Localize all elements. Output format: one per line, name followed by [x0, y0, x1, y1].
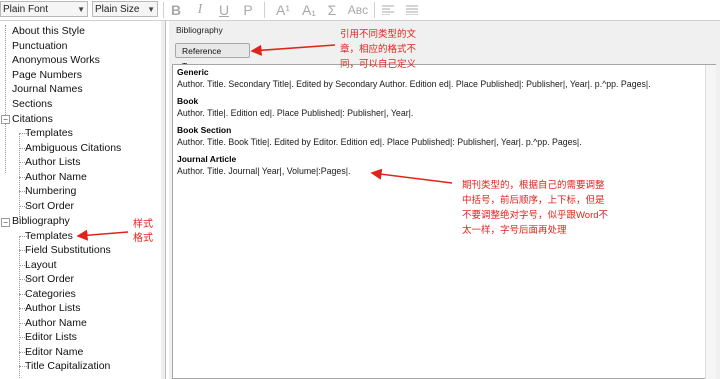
- tree-item-citation-sort-order[interactable]: Sort Order: [25, 199, 74, 213]
- template-line-generic[interactable]: Author. Title. Secondary Title|. Edited …: [177, 79, 651, 89]
- tree-item-ambiguous-citations[interactable]: Ambiguous Citations: [25, 141, 121, 155]
- plain-button[interactable]: P: [240, 0, 256, 20]
- bold-button[interactable]: B: [168, 0, 184, 20]
- tree-item-citation-templates[interactable]: Templates: [25, 126, 73, 140]
- tree-item-about[interactable]: About this Style: [12, 24, 85, 38]
- size-select-value: Plain Size: [95, 4, 140, 15]
- tree-item-anonymous-works[interactable]: Anonymous Works: [12, 53, 100, 67]
- font-select-value: Plain Font: [3, 4, 49, 15]
- editor-scrollbar[interactable]: [705, 65, 716, 379]
- annotation-line: 太一样，字号后面再处理: [462, 225, 567, 236]
- annotation-line: 不要调整绝对字号，似乎跟Word不: [462, 210, 609, 221]
- tree-item-bibliography[interactable]: Bibliography: [12, 214, 70, 228]
- toolbar-divider: [264, 2, 265, 18]
- tree-item-bibliography-author-lists[interactable]: Author Lists: [25, 301, 80, 315]
- annotation-line: 格式: [133, 233, 153, 244]
- tree-item-layout[interactable]: Layout: [25, 258, 57, 272]
- underline-button[interactable]: U: [216, 0, 232, 20]
- annotation-line: 样式: [133, 219, 153, 230]
- tree-item-citation-author-name[interactable]: Author Name: [25, 170, 87, 184]
- tree-item-page-numbers[interactable]: Page Numbers: [12, 68, 82, 82]
- annotation-line: 引用不同类型的文: [340, 29, 417, 40]
- tree-item-citation-author-lists[interactable]: Author Lists: [25, 155, 80, 169]
- collapse-citations-toggle[interactable]: −: [1, 115, 10, 124]
- toolbar-divider: [163, 2, 164, 18]
- template-header-generic: Generic: [177, 67, 209, 77]
- size-select[interactable]: Plain Size ▼: [92, 1, 158, 17]
- reference-types-button[interactable]: Reference Types▸: [175, 43, 250, 71]
- annotation-line: 中括号，前后顺序，上下标，但是: [462, 195, 605, 206]
- template-header-journal-article: Journal Article: [177, 154, 237, 164]
- chevron-down-icon: ▼: [77, 5, 85, 14]
- format-toolbar: Plain Font ▼ Plain Size ▼ B I U P A¹ A₁ …: [0, 0, 720, 21]
- tree-scrollbar[interactable]: [161, 21, 165, 379]
- template-header-book: Book: [177, 96, 199, 106]
- align-left-icon: [382, 5, 394, 16]
- style-tree: About this Style Punctuation Anonymous W…: [0, 21, 166, 379]
- subscript-button[interactable]: A₁: [298, 0, 320, 20]
- panel-title: Bibliography: [176, 25, 223, 35]
- template-line-journal-article[interactable]: Author. Title. Journal| Year|, Volume|:P…: [177, 166, 350, 176]
- font-select[interactable]: Plain Font ▼: [0, 1, 88, 17]
- tree-item-punctuation[interactable]: Punctuation: [12, 39, 67, 53]
- align-justify-button[interactable]: [404, 0, 420, 20]
- italic-button[interactable]: I: [192, 0, 208, 20]
- collapse-bibliography-toggle[interactable]: −: [1, 218, 10, 227]
- tree-item-bibliography-sort-order[interactable]: Sort Order: [25, 272, 74, 286]
- annotation-journal-article: 期刊类型的，根据自己的需要调整 中括号，前后顺序，上下标，但是 不要调整绝对字号…: [462, 178, 608, 238]
- tree-item-categories[interactable]: Categories: [25, 287, 76, 301]
- toolbar-divider: [374, 2, 375, 18]
- tree-guide: [5, 25, 6, 173]
- tree-item-bibliography-templates[interactable]: Templates: [25, 229, 73, 243]
- chevron-down-icon: ▼: [147, 5, 155, 14]
- tree-item-journal-names[interactable]: Journal Names: [12, 82, 83, 96]
- template-header-book-section: Book Section: [177, 125, 232, 135]
- tree-item-editor-name[interactable]: Editor Name: [25, 345, 83, 359]
- tree-guide: [19, 236, 20, 378]
- annotation-reference-types: 引用不同类型的文 章，相应的格式不 同，可以自己定义: [340, 27, 416, 72]
- template-line-book-section[interactable]: Author. Title. Book Title|. Edited by Ed…: [177, 137, 582, 147]
- align-justify-icon: [406, 5, 418, 16]
- tree-item-citations[interactable]: Citations: [12, 112, 53, 126]
- template-line-book[interactable]: Author. Title|. Edition ed|. Place Publi…: [177, 108, 413, 118]
- tree-item-bibliography-author-name[interactable]: Author Name: [25, 316, 87, 330]
- small-caps-button[interactable]: Aʙᴄ: [346, 0, 370, 20]
- tree-item-numbering[interactable]: Numbering: [25, 184, 76, 198]
- annotation-line: 章，相应的格式不: [340, 44, 417, 55]
- superscript-button[interactable]: A¹: [272, 0, 294, 20]
- annotation-line: 同，可以自己定义: [340, 59, 417, 70]
- tree-item-editor-lists[interactable]: Editor Lists: [25, 330, 77, 344]
- tree-item-title-capitalization[interactable]: Title Capitalization: [25, 359, 110, 373]
- annotation-line: 期刊类型的，根据自己的需要调整: [462, 180, 605, 191]
- tree-item-sections[interactable]: Sections: [12, 97, 52, 111]
- tree-item-field-substitutions[interactable]: Field Substitutions: [25, 243, 111, 257]
- annotation-templates: 样式 格式: [133, 218, 153, 246]
- symbol-button[interactable]: Σ: [324, 0, 340, 20]
- align-left-button[interactable]: [380, 0, 396, 20]
